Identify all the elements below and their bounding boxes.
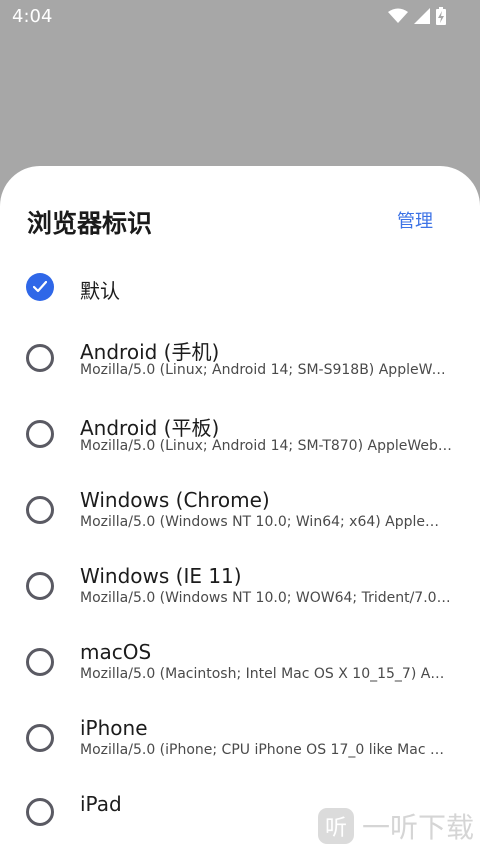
signal-icon bbox=[414, 8, 430, 24]
option-user-agent: Mozilla/5.0 (Linux; Android 14; SM-S918B… bbox=[80, 362, 452, 378]
option-name: Android (手机) bbox=[80, 340, 220, 364]
option-iphone[interactable]: iPhone Mozilla/5.0 (iPhone; CPU iPhone O… bbox=[0, 704, 480, 774]
status-time: 4:04 bbox=[12, 6, 53, 27]
option-windows-chrome[interactable]: Windows (Chrome) Mozilla/5.0 (Windows NT… bbox=[0, 476, 480, 546]
option-user-agent: Mozilla/5.0 (Linux; Android 14; SM-T870)… bbox=[80, 438, 452, 454]
battery-charging-icon bbox=[436, 7, 446, 25]
watermark-logo: 听 bbox=[317, 808, 354, 844]
user-agent-sheet: 浏览器标识 管理 默认 Android (手机) Mozilla/5.0 (Li… bbox=[0, 166, 480, 852]
option-android-tablet[interactable]: Android (平板) Mozilla/5.0 (Linux; Android… bbox=[0, 400, 480, 470]
wifi-icon bbox=[388, 8, 408, 23]
option-name: Windows (IE 11) bbox=[80, 564, 242, 588]
radio-unchecked[interactable] bbox=[26, 496, 54, 524]
option-name: macOS bbox=[80, 640, 152, 664]
option-macos[interactable]: macOS Mozilla/5.0 (Macintosh; Intel Mac … bbox=[0, 628, 480, 698]
option-name: Android (平板) bbox=[80, 416, 220, 440]
option-name: iPad bbox=[80, 792, 122, 816]
status-bar: 4:04 bbox=[0, 0, 480, 34]
watermark-text: 一听下载 bbox=[361, 811, 474, 844]
option-android-phone[interactable]: Android (手机) Mozilla/5.0 (Linux; Android… bbox=[0, 324, 480, 394]
option-name: iPhone bbox=[80, 716, 148, 740]
option-user-agent: Mozilla/5.0 (Windows NT 10.0; WOW64; Tri… bbox=[80, 590, 452, 606]
option-name: Windows (Chrome) bbox=[80, 488, 270, 512]
status-icons bbox=[388, 6, 446, 26]
option-windows-ie11[interactable]: Windows (IE 11) Mozilla/5.0 (Windows NT … bbox=[0, 552, 480, 622]
option-default[interactable]: 默认 bbox=[0, 252, 480, 322]
radio-unchecked[interactable] bbox=[26, 798, 54, 826]
check-icon bbox=[33, 281, 47, 293]
radio-unchecked[interactable] bbox=[26, 344, 54, 372]
watermark: 听 一听下载 bbox=[317, 806, 474, 846]
radio-unchecked[interactable] bbox=[26, 420, 54, 448]
radio-unchecked[interactable] bbox=[26, 648, 54, 676]
option-user-agent: Mozilla/5.0 (Windows NT 10.0; Win64; x64… bbox=[80, 514, 452, 530]
radio-checked[interactable] bbox=[26, 273, 54, 301]
radio-unchecked[interactable] bbox=[26, 724, 54, 752]
sheet-title: 浏览器标识 bbox=[27, 209, 153, 238]
option-user-agent: Mozilla/5.0 (iPhone; CPU iPhone OS 17_0 … bbox=[80, 742, 452, 758]
option-name: 默认 bbox=[80, 279, 120, 303]
manage-button[interactable]: 管理 bbox=[397, 207, 433, 233]
option-user-agent: Mozilla/5.0 (Macintosh; Intel Mac OS X 1… bbox=[80, 666, 452, 682]
radio-unchecked[interactable] bbox=[26, 572, 54, 600]
